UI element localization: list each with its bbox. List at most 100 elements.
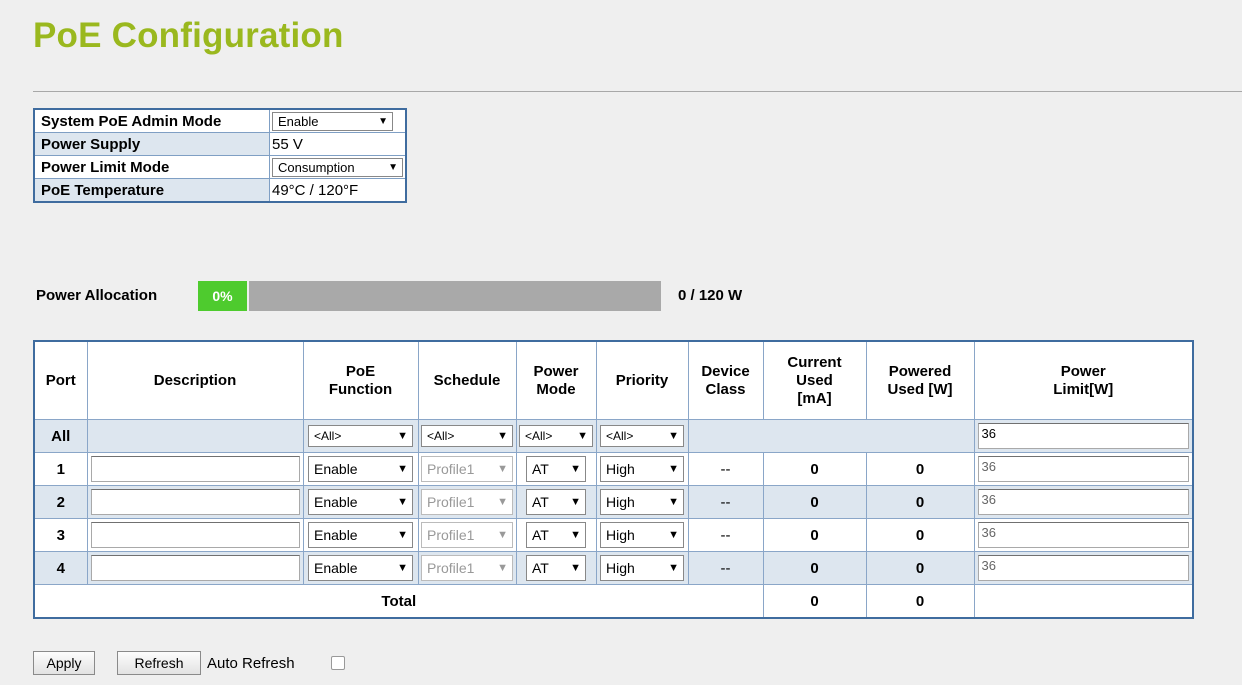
chevron-down-icon: ▼	[397, 496, 408, 508]
power-mode-select[interactable]: AT ▼	[526, 522, 586, 548]
chevron-down-icon: ▼	[570, 529, 581, 541]
chevron-down-icon: ▼	[497, 463, 508, 475]
power-limit-input[interactable]: 36	[977, 522, 1189, 548]
total-label: Total	[33, 584, 764, 619]
description-input[interactable]	[90, 456, 300, 482]
device-class: --	[687, 452, 764, 486]
total-powered: 0	[865, 584, 975, 619]
poe-function-select[interactable]: Enable ▼	[308, 555, 413, 581]
header-powered-used: Powered Used [W]	[865, 340, 975, 420]
power-allocation-total: 0 / 120 W	[678, 287, 743, 304]
current-used: 0	[762, 485, 867, 519]
chevron-down-icon: ▼	[497, 430, 508, 442]
all-row-port: All	[33, 419, 88, 453]
power-supply-row: Power Supply 55 V	[33, 132, 407, 156]
all-priority-select[interactable]: <All> ▼	[600, 425, 684, 447]
header-power-mode: Power Mode	[515, 340, 597, 420]
chevron-down-icon: ▼	[378, 115, 388, 127]
admin-mode-select[interactable]: Enable ▼	[272, 111, 393, 131]
chevron-down-icon: ▼	[668, 529, 679, 541]
power-supply-value: 55 V	[269, 132, 407, 156]
power-mode-select[interactable]: AT ▼	[526, 489, 586, 515]
total-row: Total 0 0	[33, 584, 1194, 619]
power-limit-input[interactable]: 36	[977, 555, 1189, 581]
table-row: 1 Enable ▼ Profile1 ▼ AT ▼ High ▼ -- 0 0 36	[33, 452, 1194, 486]
priority-select[interactable]: High ▼	[600, 522, 684, 548]
limit-mode-row: Power Limit Mode Consumption ▼	[33, 155, 407, 179]
divider	[33, 91, 1242, 92]
current-used: 0	[762, 518, 867, 552]
limit-mode-select[interactable]: Consumption ▼	[272, 157, 403, 177]
chevron-down-icon: ▼	[397, 430, 408, 442]
chevron-down-icon: ▼	[497, 529, 508, 541]
header-port: Port	[33, 340, 88, 420]
admin-mode-row: System PoE Admin Mode Enable ▼	[33, 108, 407, 133]
all-function-select[interactable]: <All> ▼	[308, 425, 413, 447]
all-limit-input[interactable]: 36	[977, 423, 1189, 449]
powered-used: 0	[865, 551, 975, 585]
temperature-value: 49°C / 120°F	[269, 178, 407, 203]
device-class: --	[687, 485, 764, 519]
auto-refresh-checkbox[interactable]	[331, 656, 345, 670]
table-row: 4 Enable ▼ Profile1 ▼ AT ▼ High ▼ -- 0 0 36	[33, 551, 1194, 585]
temperature-label: PoE Temperature	[33, 178, 270, 203]
power-limit-input[interactable]: 36	[977, 456, 1189, 482]
table-row: 3 Enable ▼ Profile1 ▼ AT ▼ High ▼ -- 0 0 36	[33, 518, 1194, 552]
admin-mode-value: Enable	[278, 113, 319, 129]
chevron-down-icon: ▼	[577, 430, 588, 442]
priority-select[interactable]: High ▼	[600, 489, 684, 515]
current-used: 0	[762, 551, 867, 585]
power-limit-input[interactable]: 36	[977, 489, 1189, 515]
chevron-down-icon: ▼	[497, 562, 508, 574]
port-number: 4	[33, 551, 88, 585]
temperature-row: PoE Temperature 49°C / 120°F	[33, 178, 407, 203]
chevron-down-icon: ▼	[397, 463, 408, 475]
schedule-select: Profile1 ▼	[421, 555, 513, 581]
current-used: 0	[762, 452, 867, 486]
description-input[interactable]	[90, 555, 300, 581]
all-schedule-select[interactable]: <All> ▼	[421, 425, 513, 447]
port-number: 1	[33, 452, 88, 486]
priority-select[interactable]: High ▼	[600, 555, 684, 581]
refresh-button[interactable]: Refresh	[117, 651, 201, 675]
poe-function-select[interactable]: Enable ▼	[308, 456, 413, 482]
chevron-down-icon: ▼	[570, 562, 581, 574]
total-current: 0	[762, 584, 867, 619]
chevron-down-icon: ▼	[570, 496, 581, 508]
device-class: --	[687, 551, 764, 585]
chevron-down-icon: ▼	[397, 562, 408, 574]
power-allocation-bar	[249, 281, 661, 311]
all-row: All <All> ▼ <All> ▼ <All> ▼ <All> ▼ 36	[33, 419, 1194, 453]
description-input[interactable]	[90, 489, 300, 515]
auto-refresh-label: Auto Refresh	[207, 655, 295, 672]
header-description: Description	[86, 340, 304, 420]
poe-function-select[interactable]: Enable ▼	[308, 489, 413, 515]
chevron-down-icon: ▼	[388, 161, 398, 173]
limit-mode-label: Power Limit Mode	[33, 155, 270, 179]
description-input[interactable]	[90, 522, 300, 548]
chevron-down-icon: ▼	[497, 496, 508, 508]
schedule-select: Profile1 ▼	[421, 456, 513, 482]
powered-used: 0	[865, 518, 975, 552]
powered-used: 0	[865, 452, 975, 486]
apply-button[interactable]: Apply	[33, 651, 95, 675]
power-mode-select[interactable]: AT ▼	[526, 456, 586, 482]
port-number: 3	[33, 518, 88, 552]
header-schedule: Schedule	[417, 340, 517, 420]
port-table: Port Description PoE Function Schedule Po…	[33, 340, 1194, 619]
priority-select[interactable]: High ▼	[600, 456, 684, 482]
limit-mode-value: Consumption	[278, 159, 355, 175]
chevron-down-icon: ▼	[668, 562, 679, 574]
all-mode-select[interactable]: <All> ▼	[519, 425, 593, 447]
power-allocation-label: Power Allocation	[36, 287, 158, 304]
chevron-down-icon: ▼	[668, 496, 679, 508]
schedule-select: Profile1 ▼	[421, 522, 513, 548]
system-config-table: System PoE Admin Mode Enable ▼ Power Sup…	[33, 108, 407, 203]
powered-used: 0	[865, 485, 975, 519]
schedule-select: Profile1 ▼	[421, 489, 513, 515]
header-power-limit: Power Limit[W]	[973, 340, 1194, 420]
device-class: --	[687, 518, 764, 552]
power-mode-select[interactable]: AT ▼	[526, 555, 586, 581]
poe-function-select[interactable]: Enable ▼	[308, 522, 413, 548]
port-number: 2	[33, 485, 88, 519]
